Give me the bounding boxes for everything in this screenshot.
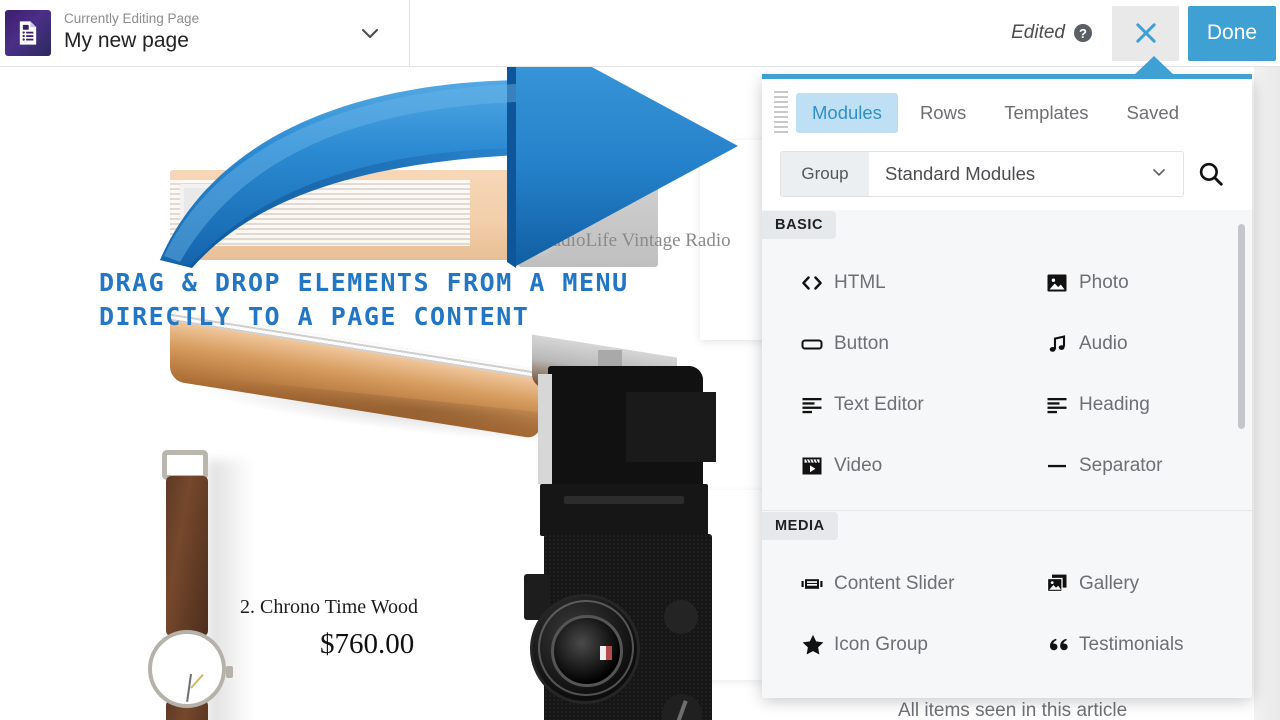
tab-templates[interactable]: Templates (988, 93, 1104, 133)
quote-marks-icon (1045, 632, 1079, 658)
product-price-watch: $760.00 (320, 628, 415, 660)
product-image-watch (148, 450, 252, 720)
module-button[interactable]: Button (762, 313, 1007, 374)
search-icon[interactable] (1184, 151, 1238, 197)
chevron-down-icon[interactable] (347, 10, 393, 56)
drag-handle-icon[interactable] (774, 91, 788, 135)
module-testimonials[interactable]: Testimonials (1007, 614, 1252, 675)
module-label: Separator (1079, 454, 1163, 476)
module-label: Icon Group (834, 633, 928, 655)
module-label: Testimonials (1079, 633, 1184, 655)
module-label: Audio (1079, 332, 1128, 354)
slider-filmstrip-icon (800, 572, 834, 596)
module-audio[interactable]: Audio (1007, 313, 1252, 374)
tab-saved[interactable]: Saved (1111, 93, 1195, 133)
group-label: Group (781, 152, 869, 196)
done-button[interactable]: Done (1188, 5, 1276, 61)
section-grid-basic: HTML Photo Button Audio Text Editor Head… (762, 240, 1252, 510)
document-list-icon (5, 10, 51, 56)
module-label: Button (834, 332, 889, 354)
module-gallery[interactable]: Gallery (1007, 553, 1252, 614)
tab-rows[interactable]: Rows (904, 93, 982, 133)
scrollbar-track[interactable] (1238, 218, 1245, 690)
minus-line-icon (1045, 454, 1079, 478)
product-image-camera (524, 350, 730, 720)
image-icon (1045, 271, 1079, 295)
modules-panel: Modules Rows Templates Saved Group Stand… (762, 78, 1252, 698)
annotation-line-1: DRAG & DROP ELEMENTS FROM A MENU (99, 268, 629, 297)
module-label: Gallery (1079, 572, 1140, 594)
page-kicker: Currently Editing Page (64, 11, 200, 27)
help-circle-icon[interactable]: ? (1074, 24, 1092, 42)
scrollbar-thumb[interactable] (1238, 224, 1245, 429)
edited-status: Edited (1011, 22, 1065, 43)
chevron-down-icon (1149, 162, 1169, 187)
section-header-basic: BASIC (762, 210, 1252, 240)
product-caption-watch: 2. Chrono Time Wood (240, 596, 419, 618)
module-html[interactable]: HTML (762, 252, 1007, 313)
panel-pointer-triangle (1133, 56, 1175, 76)
module-separator[interactable]: Separator (1007, 435, 1252, 496)
section-title: MEDIA (762, 512, 838, 540)
module-label: Heading (1079, 393, 1150, 415)
module-label: HTML (834, 271, 886, 293)
code-brackets-icon (800, 271, 834, 295)
panel-tabs: Modules Rows Templates Saved (762, 78, 1252, 148)
module-photo[interactable]: Photo (1007, 252, 1252, 313)
text-lines-icon (800, 393, 834, 417)
panel-accent-bar (762, 74, 1252, 79)
module-text-editor[interactable]: Text Editor (762, 374, 1007, 435)
section-title: BASIC (762, 211, 837, 239)
music-note-icon (1045, 332, 1079, 356)
text-lines-icon (1045, 393, 1079, 417)
section-header-media: MEDIA (762, 511, 1252, 541)
modules-list[interactable]: BASIC HTML Photo Button Audio Text Edito… (762, 210, 1252, 698)
module-label: Photo (1079, 271, 1129, 293)
group-select[interactable]: Standard Modules (869, 152, 1183, 196)
module-heading[interactable]: Heading (1007, 374, 1252, 435)
screen-root: 1. AudioLife Vintage Radio 2. Chrono Tim… (0, 0, 1280, 720)
panel-filter-row: Group Standard Modules (762, 148, 1252, 210)
module-label: Video (834, 454, 883, 476)
button-rect-icon (800, 332, 834, 356)
group-filter: Group Standard Modules (780, 151, 1184, 197)
module-content-slider[interactable]: Content Slider (762, 553, 1007, 614)
video-clapper-icon (800, 454, 834, 478)
stacked-images-icon (1045, 572, 1079, 596)
page-selector[interactable]: Currently Editing Page My new page (0, 0, 410, 66)
module-label: Content Slider (834, 572, 955, 594)
group-select-value: Standard Modules (885, 163, 1036, 184)
page-meta: Currently Editing Page My new page (64, 11, 347, 54)
section-grid-media: Content Slider Gallery Icon Group Testim… (762, 541, 1252, 689)
module-label: Text Editor (834, 393, 924, 415)
page-footer-note: All items seen in this article (898, 700, 1128, 720)
page-right-rail (1254, 64, 1280, 720)
annotation-line-2: DIRECTLY TO A PAGE CONTENT (99, 302, 530, 331)
page-title: My new page (64, 29, 189, 53)
module-video[interactable]: Video (762, 435, 1007, 496)
tab-modules[interactable]: Modules (796, 93, 898, 133)
annotation-text: DRAG & DROP ELEMENTS FROM A MENU DIRECTL… (99, 266, 759, 334)
star-icon (800, 632, 834, 658)
module-icon-group[interactable]: Icon Group (762, 614, 1007, 675)
close-x-icon[interactable] (1112, 5, 1179, 61)
editor-topbar: Currently Editing Page My new page Edite… (0, 0, 1280, 67)
